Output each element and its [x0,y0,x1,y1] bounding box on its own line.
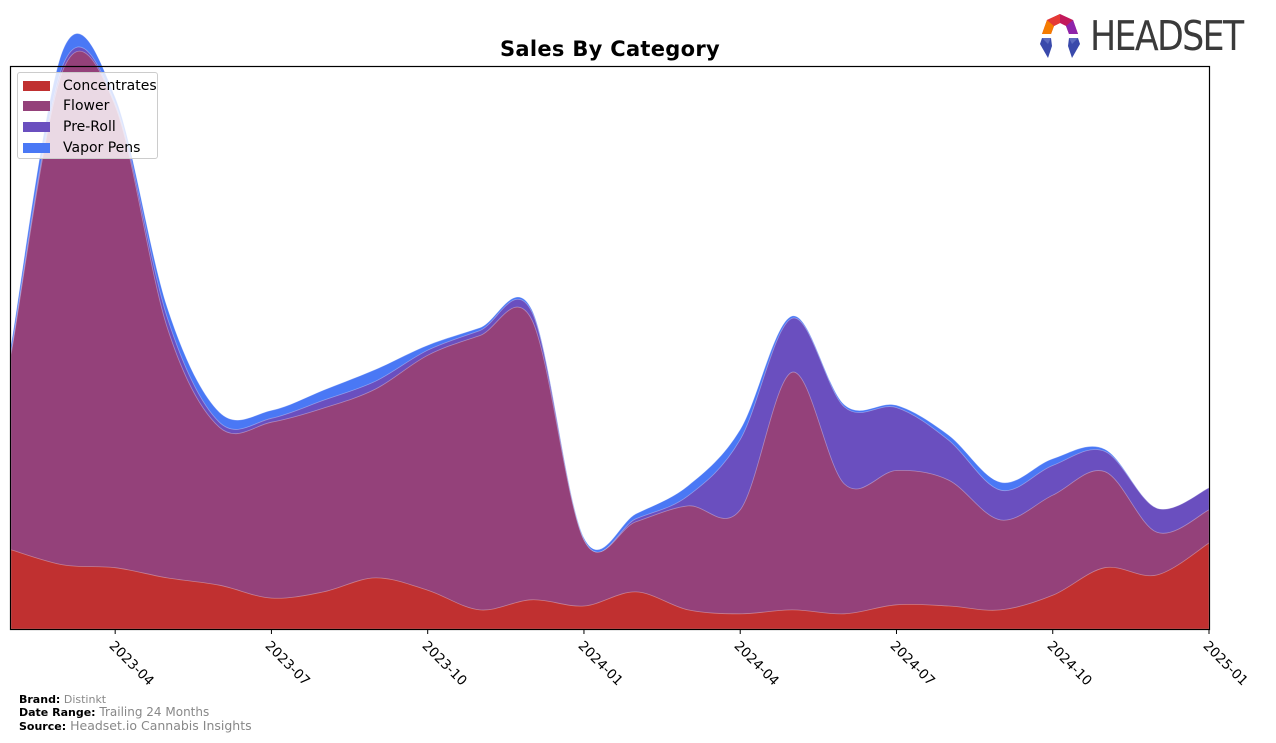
footer-date-range-value: Trailing 24 Months [99,705,210,719]
legend-label: Flower [63,98,110,114]
chart-plot [9,33,1211,634]
legend-item-concentrates: Concentrates [23,77,157,95]
headset-logo-icon [1040,14,1080,58]
footer-brand-label: Brand: [19,693,61,706]
headset-logo-text: HEADSET [1090,12,1244,60]
headset-logo: HEADSET [1036,12,1269,60]
legend-label: Concentrates [63,78,157,94]
legend-item-flower: Flower [23,97,109,115]
legend-label: Pre-Roll [63,119,116,135]
footer-source: Source: Headset.io Cannabis Insights [19,719,252,733]
footer-brand: Brand: Distinkt [19,693,106,706]
footer-source-value: Headset.io Cannabis Insights [70,718,252,733]
legend-item-vapor-pens: Vapor Pens [23,139,140,157]
footer-source-label: Source: [19,720,67,733]
area-layers [10,33,1210,630]
legend-swatch-concentrates [23,81,50,91]
legend-label: Vapor Pens [63,140,141,156]
legend-swatch-vapor-pens [23,143,50,153]
legend-swatch-pre-roll [23,122,50,132]
legend-item-pre-roll: Pre-Roll [23,118,116,136]
chart-legend: Concentrates Flower Pre-Roll Vapor Pens [17,72,158,159]
legend-swatch-flower [23,101,50,111]
